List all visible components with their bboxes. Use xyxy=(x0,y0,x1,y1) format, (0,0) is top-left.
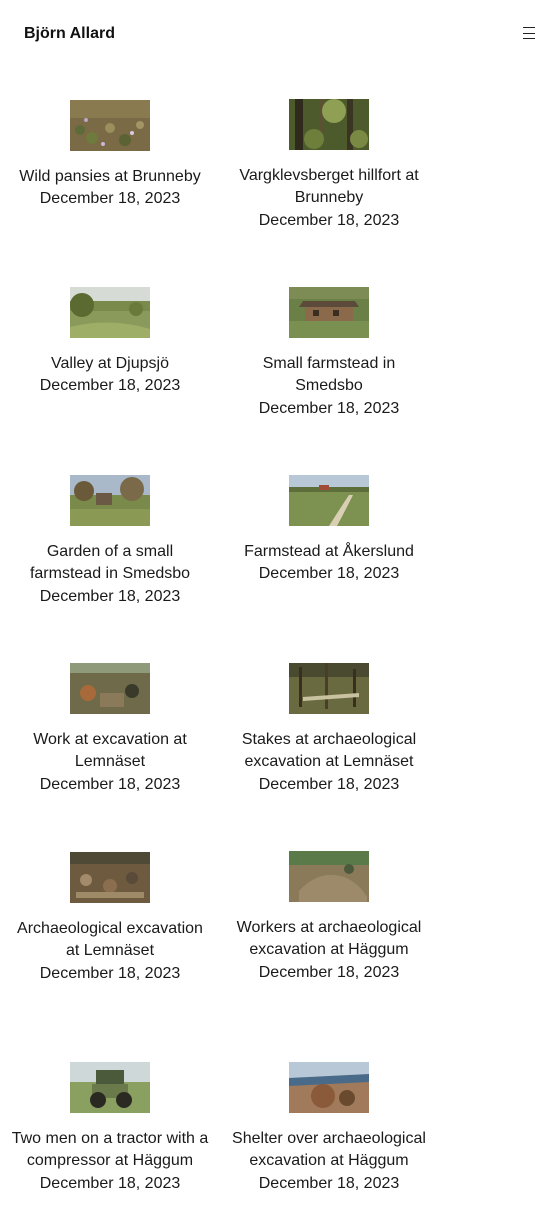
item-title: Vargklevsberget hillfort at Brunneby xyxy=(239,167,419,207)
gallery-item[interactable]: Workers at archaeological excavation at … xyxy=(229,851,429,984)
item-date: December 18, 2023 xyxy=(258,775,400,793)
photo-excavation-workers[interactable] xyxy=(289,851,369,902)
item-date: December 18, 2023 xyxy=(258,1174,400,1192)
gallery-item[interactable]: Wild pansies at Brunneby December 18, 20… xyxy=(10,100,210,211)
item-title: Stakes at archaeological excavation at L… xyxy=(241,731,417,771)
photo-tractor[interactable] xyxy=(70,1062,150,1113)
photo-forest-hillfort[interactable] xyxy=(289,99,369,150)
gallery-item[interactable]: Small farmstead in Smedsbo December 18, … xyxy=(229,287,429,420)
photo-excavation-work[interactable] xyxy=(70,663,150,714)
item-title: Valley at Djupsjö xyxy=(51,355,169,372)
gallery-item[interactable]: Stakes at archaeological excavation at L… xyxy=(229,663,429,796)
item-title: Archaeological excavation at Lemnäset xyxy=(17,920,203,960)
photo-valley[interactable] xyxy=(70,287,150,338)
item-date: December 18, 2023 xyxy=(39,775,181,793)
gallery-item[interactable]: Valley at Djupsjö December 18, 2023 xyxy=(10,287,210,398)
photo-excavation-site[interactable] xyxy=(70,852,150,903)
item-date: December 18, 2023 xyxy=(258,963,400,981)
item-title: Farmstead at Åkerslund xyxy=(244,543,414,560)
item-date: December 18, 2023 xyxy=(39,964,181,982)
item-title: Shelter over archaeological excavation a… xyxy=(232,1130,426,1170)
item-title: Workers at archaeological excavation at … xyxy=(236,919,422,959)
item-title: Wild pansies at Brunneby xyxy=(19,168,201,185)
photo-excavation-stakes[interactable] xyxy=(289,663,369,714)
item-title: Two men on a tractor with a compressor a… xyxy=(11,1130,209,1170)
item-date: December 18, 2023 xyxy=(39,190,181,208)
photo-wild-pansies[interactable] xyxy=(70,100,150,151)
item-date: December 18, 2023 xyxy=(39,377,181,395)
item-date: December 18, 2023 xyxy=(39,587,181,605)
gallery-item[interactable]: Farmstead at Åkerslund December 18, 2023 xyxy=(229,475,429,586)
item-date: December 18, 2023 xyxy=(258,399,400,417)
photo-garden[interactable] xyxy=(70,475,150,526)
photo-farmstead-cabin[interactable] xyxy=(289,287,369,338)
gallery-item[interactable]: Shelter over archaeological excavation a… xyxy=(229,1062,429,1195)
photo-shelter[interactable] xyxy=(289,1062,369,1113)
gallery-item[interactable]: Two men on a tractor with a compressor a… xyxy=(10,1062,210,1195)
item-date: December 18, 2023 xyxy=(258,211,400,229)
gallery-item[interactable]: Vargklevsberget hillfort at Brunneby Dec… xyxy=(229,99,429,232)
item-date: December 18, 2023 xyxy=(39,1174,181,1192)
item-date: December 18, 2023 xyxy=(258,565,400,583)
item-title: Garden of a small farmstead in Smedsbo xyxy=(29,543,191,583)
photo-gallery: Wild pansies at Brunneby December 18, 20… xyxy=(0,0,560,1214)
gallery-item[interactable]: Garden of a small farmstead in Smedsbo D… xyxy=(10,475,210,608)
gallery-item[interactable]: Archaeological excavation at Lemnäset De… xyxy=(10,852,210,985)
photo-road-farmstead[interactable] xyxy=(289,475,369,526)
gallery-item[interactable]: Work at excavation at Lemnäset December … xyxy=(10,663,210,796)
item-title: Small farmstead in Smedsbo xyxy=(262,355,396,395)
item-title: Work at excavation at Lemnäset xyxy=(33,731,187,771)
